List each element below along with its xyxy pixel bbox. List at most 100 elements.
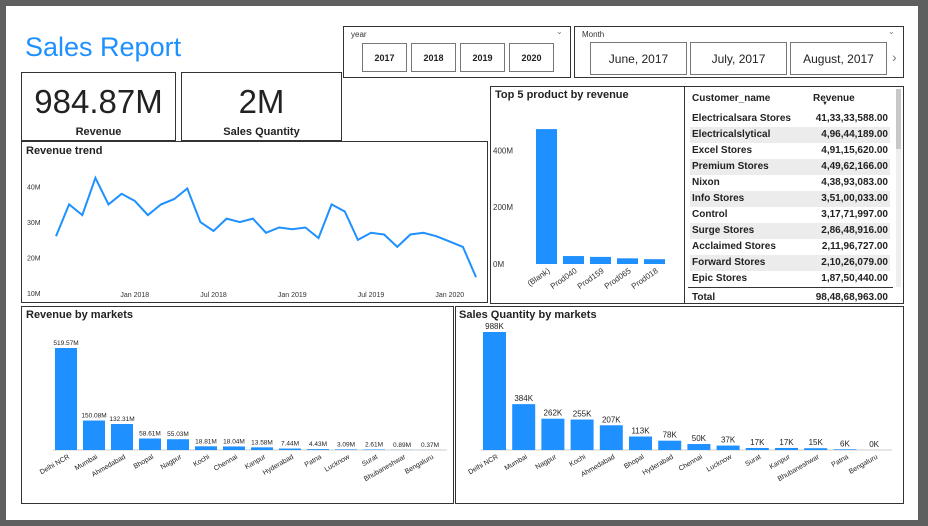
- category-label: Nagpur: [535, 453, 559, 471]
- table-total-value: 98,48,68,963.00: [815, 292, 888, 303]
- market-bar: [716, 445, 740, 450]
- data-label: 519.57M: [53, 340, 78, 347]
- market-bar: [658, 440, 682, 450]
- year-option-2017[interactable]: 2017: [362, 43, 407, 72]
- category-label: Kanpur: [244, 453, 268, 471]
- customer-name-cell: Acclaimed Stores: [692, 241, 776, 252]
- x-tick-label: Jan 2019: [278, 292, 307, 299]
- year-slicer-label: year: [351, 30, 367, 39]
- y-tick-label: 30M: [27, 220, 41, 227]
- category-label: Hyderabad: [262, 454, 295, 477]
- category-label: Prod159: [576, 266, 606, 291]
- category-label: Prod040: [549, 266, 579, 291]
- market-bar: [599, 425, 623, 450]
- revenue-cell: 4,38,93,083.00: [821, 177, 888, 188]
- category-label: Delhi NCR: [467, 454, 499, 477]
- sales-quantity-value: 2M: [238, 83, 285, 120]
- customer-name-cell: Forward Stores: [692, 257, 766, 268]
- table-row[interactable]: Epic Stores 1,87,50,440.00: [690, 271, 890, 287]
- market-bar: [223, 446, 245, 450]
- month-option-july-2017[interactable]: July, 2017: [690, 42, 787, 75]
- market-bar: [775, 447, 798, 450]
- product-bar: [536, 129, 557, 264]
- revenue-cell: 2,10,26,079.00: [821, 257, 888, 268]
- revenue-cell: 4,96,44,189.00: [821, 129, 888, 140]
- month-option-june-2017[interactable]: June, 2017: [590, 42, 687, 75]
- market-bar: [570, 419, 594, 450]
- table-row[interactable]: Excel Stores 4,91,15,620.00: [690, 143, 890, 159]
- x-tick-label: Jul 2019: [358, 292, 385, 299]
- chevron-down-icon[interactable]: ⌄: [556, 27, 563, 36]
- data-label: 384K: [514, 394, 533, 403]
- x-tick-label: Jul 2018: [200, 292, 227, 299]
- y-tick-label: 0M: [493, 260, 504, 269]
- market-bar: [363, 449, 385, 450]
- revenue-markets-chart: 519.57MDelhi NCR150.08MMumbai132.31MAhme…: [39, 340, 447, 483]
- chevron-down-icon[interactable]: ⌄: [888, 27, 895, 36]
- table-header-revenue[interactable]: Revenue: [813, 93, 855, 104]
- category-label: Surat: [744, 454, 762, 468]
- chevron-right-icon[interactable]: ›: [892, 49, 897, 65]
- revenue-cell: 3,17,71,997.00: [821, 209, 888, 220]
- table-row[interactable]: Info Stores 3,51,00,033.00: [690, 191, 890, 207]
- table-row[interactable]: Electricalslytical 4,96,44,189.00: [690, 127, 890, 143]
- x-tick-label: Jan 2020: [435, 292, 464, 299]
- year-option-2018[interactable]: 2018: [411, 43, 456, 72]
- month-option-august-2017[interactable]: August, 2017: [790, 42, 887, 75]
- category-label: Mumbai: [504, 453, 529, 472]
- revenue-card: 984.87M Revenue: [21, 72, 176, 141]
- revenue-cell: 3,51,00,033.00: [821, 193, 888, 204]
- data-label: 255K: [573, 410, 592, 419]
- market-bar: [167, 439, 189, 450]
- table-row[interactable]: Surge Stores 2,86,48,916.00: [690, 223, 890, 239]
- customer-name-cell: Electricalslytical: [692, 129, 771, 140]
- category-label: Patna: [831, 454, 850, 469]
- revenue-value: 984.87M: [34, 83, 163, 120]
- customer-name-cell: Surge Stores: [692, 225, 755, 236]
- market-bar: [804, 448, 828, 450]
- market-bar: [483, 332, 506, 450]
- data-label: 78K: [663, 431, 678, 440]
- customer-name-cell: Excel Stores: [692, 145, 753, 156]
- market-bar: [307, 449, 329, 450]
- market-bar: [541, 418, 565, 450]
- year-option-2020[interactable]: 2020: [509, 43, 554, 72]
- table-row[interactable]: Forward Stores 2,10,26,079.00: [690, 255, 890, 271]
- data-label: 0.89M: [393, 442, 411, 449]
- data-label: 17K: [779, 438, 794, 447]
- revenue-trend-chart: 40M 30M 20M 10M Jan 2018 Jul 2018 Jan 2019 Jul …: [27, 175, 477, 299]
- data-label: 4.43M: [309, 441, 327, 448]
- top-products-chart: 400M 200M 0M (Blank)Prod040Prod159Prod065Pr…: [493, 129, 665, 291]
- table-row[interactable]: Acclaimed Stores 2,11,96,727.00: [690, 239, 890, 255]
- category-label: Kochi: [568, 453, 587, 468]
- table-scrollbar-thumb[interactable]: [896, 89, 901, 149]
- category-label: Bengaluru: [404, 454, 435, 476]
- x-tick-label: Jan 2018: [120, 292, 149, 299]
- customer-name-cell: Nixon: [692, 177, 720, 188]
- table-row[interactable]: Nixon 4,38,93,083.00: [690, 175, 890, 191]
- category-label: (Blank): [526, 266, 552, 288]
- data-label: 988K: [485, 322, 504, 331]
- sort-desc-icon[interactable]: ▼: [822, 101, 828, 107]
- market-bar: [139, 438, 161, 450]
- table-row[interactable]: Premium Stores 4,49,62,166.00: [690, 159, 890, 175]
- customer-name-cell: Info Stores: [692, 193, 745, 204]
- revenue-trend-line: [55, 175, 477, 278]
- market-bar: [279, 448, 301, 450]
- market-bar: [745, 447, 769, 450]
- product-bar: [563, 256, 584, 264]
- table-row[interactable]: Electricalsara Stores 41,33,33,588.00: [690, 111, 890, 127]
- data-label: 113K: [631, 427, 650, 436]
- customer-name-cell: Electricalsara Stores: [692, 113, 791, 124]
- data-label: 132.31M: [109, 416, 134, 423]
- customer-name-cell: Control: [692, 209, 728, 220]
- year-option-2019[interactable]: 2019: [460, 43, 505, 72]
- data-label: 6K: [840, 439, 850, 448]
- product-bar: [617, 258, 638, 264]
- y-tick-label: 400M: [493, 146, 513, 155]
- data-label: 50K: [692, 434, 707, 443]
- data-label: 7.44M: [281, 441, 299, 448]
- table-row[interactable]: Control 3,17,71,997.00: [690, 207, 890, 223]
- table-header-customer[interactable]: Customer_name: [692, 93, 770, 104]
- quantity-markets-chart: 988K Delhi NCR 384K Mumbai 262K Nagpur 255K Koc…: [467, 322, 892, 483]
